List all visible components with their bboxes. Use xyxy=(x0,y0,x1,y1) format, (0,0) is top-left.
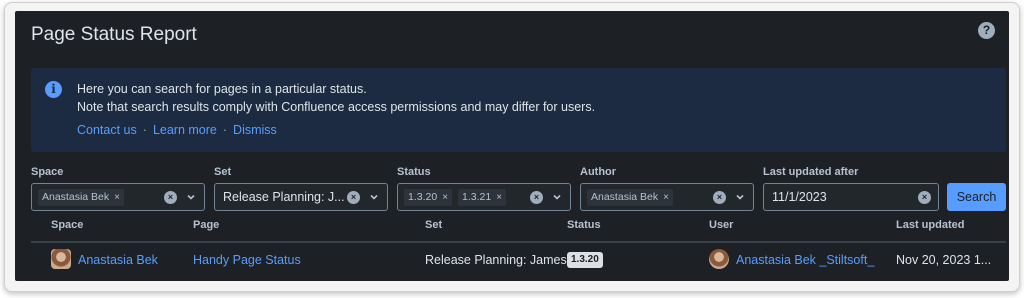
status-badge: 1.3.20 xyxy=(567,252,603,268)
author-select[interactable]: Anastasia Bek × × xyxy=(580,183,754,211)
last-updated-value-cell: Nov 20, 2023 1... xyxy=(896,253,992,267)
report-frame: Page Status Report ? i Here you can sear… xyxy=(4,2,1020,292)
link-separator: · xyxy=(142,123,147,137)
last-updated-value: 11/1/2023 xyxy=(772,190,827,204)
chevron-down-icon[interactable] xyxy=(551,190,563,204)
user-avatar xyxy=(709,249,729,269)
chip-remove-icon[interactable]: × xyxy=(442,192,448,203)
column-header-space[interactable]: Space xyxy=(51,219,83,231)
learn-more-link[interactable]: Learn more xyxy=(153,123,217,137)
clear-icon[interactable]: × xyxy=(918,191,931,204)
user-link[interactable]: Anastasia Bek _Stiltsoft_ xyxy=(736,253,874,267)
table-header-divider xyxy=(31,241,1006,243)
column-header-status[interactable]: Status xyxy=(567,219,601,231)
status-chip: 1.3.20 × xyxy=(404,189,453,206)
status-filter-label: Status xyxy=(397,166,431,178)
chip-remove-icon[interactable]: × xyxy=(663,192,669,203)
status-select[interactable]: 1.3.20 × 1.3.21 × × xyxy=(397,183,571,211)
author-filter-label: Author xyxy=(580,166,617,178)
banner-text-line-2: Note that search results comply with Con… xyxy=(77,100,596,114)
chevron-down-icon[interactable] xyxy=(734,190,746,204)
space-select[interactable]: Anastasia Bek × × xyxy=(31,183,205,211)
chip-remove-icon[interactable]: × xyxy=(114,192,120,203)
search-button[interactable]: Search xyxy=(947,183,1006,211)
clear-icon[interactable]: × xyxy=(713,191,726,204)
column-header-user[interactable]: User xyxy=(709,219,733,231)
chip-remove-icon[interactable]: × xyxy=(496,192,502,203)
column-header-last-updated[interactable]: Last updated xyxy=(896,219,964,231)
link-separator: · xyxy=(222,123,228,137)
clear-icon[interactable]: × xyxy=(164,191,177,204)
contact-us-link[interactable]: Contact us xyxy=(77,123,137,137)
space-chip: Anastasia Bek × xyxy=(38,189,124,206)
column-header-set[interactable]: Set xyxy=(425,219,442,231)
page-status-report-panel: Page Status Report ? i Here you can sear… xyxy=(15,11,1009,281)
info-icon: i xyxy=(45,81,62,98)
chevron-down-icon[interactable] xyxy=(368,190,380,204)
clear-icon[interactable]: × xyxy=(530,191,543,204)
banner-text-line-1: Here you can search for pages in a parti… xyxy=(77,82,367,96)
last-updated-filter-label: Last updated after xyxy=(763,166,859,178)
set-filter-label: Set xyxy=(214,166,232,178)
clear-icon[interactable]: × xyxy=(347,191,360,204)
space-link[interactable]: Anastasia Bek xyxy=(78,253,158,267)
space-filter-label: Space xyxy=(31,166,64,178)
dismiss-link[interactable]: Dismiss xyxy=(233,123,277,137)
chevron-down-icon[interactable] xyxy=(185,190,197,204)
help-icon[interactable]: ? xyxy=(978,22,995,39)
author-chip: Anastasia Bek × xyxy=(587,189,673,206)
column-header-page[interactable]: Page xyxy=(193,219,219,231)
set-select[interactable]: Release Planning: J... × xyxy=(214,183,388,211)
space-avatar xyxy=(51,249,71,269)
last-updated-date-field[interactable]: 11/1/2023 × xyxy=(763,183,939,211)
set-select-value: Release Planning: J... xyxy=(223,190,345,204)
set-value: Release Planning: James xyxy=(425,253,567,267)
status-chip: 1.3.21 × xyxy=(458,189,507,206)
banner-links: Contact us · Learn more · Dismiss xyxy=(77,123,277,137)
page-title: Page Status Report xyxy=(31,24,197,45)
page-link[interactable]: Handy Page Status xyxy=(193,253,301,267)
info-banner: i Here you can search for pages in a par… xyxy=(31,68,1006,152)
